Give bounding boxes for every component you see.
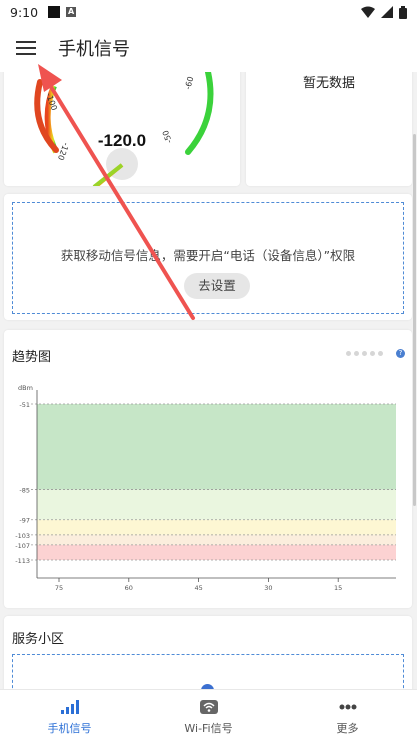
y-tick-label: -113	[15, 557, 30, 565]
nav-label: 更多	[336, 722, 359, 735]
nav-label: 手机信号	[47, 722, 92, 735]
nav-mobile-signal[interactable]: 手机信号	[0, 690, 139, 743]
page-title: 手机信号	[58, 39, 130, 60]
x-tick-label: 15	[334, 584, 342, 592]
status-bar: 9:10 A	[0, 0, 417, 24]
signal-gauge: -100 -120 -60 -50 -120.0	[34, 72, 214, 186]
scrollbar[interactable]	[413, 134, 416, 506]
signal-gauge-card: -100 -120 -60 -50 -120.0	[4, 72, 240, 186]
serving-cell-card: 服务小区	[4, 616, 412, 689]
permission-card: 获取移动信号信息，需要开启“电话（设备信息）”权限 去设置	[4, 194, 412, 320]
x-tick-label: 75	[55, 584, 63, 592]
x-tick-label: 30	[264, 584, 272, 592]
gauge-tick-label: -50	[161, 129, 174, 144]
signal-band	[37, 544, 396, 560]
go-settings-button[interactable]: 去设置	[184, 273, 250, 299]
wifi-status-icon	[361, 6, 375, 18]
app-notification-icon: A	[66, 7, 77, 17]
gauge-tick-label: -60	[183, 76, 195, 91]
signal-bars-icon	[60, 697, 79, 717]
wifi-icon	[199, 697, 218, 717]
y-axis-label: dBm	[18, 384, 33, 392]
status-time: 9:10	[10, 4, 39, 20]
help-icon[interactable]: ?	[396, 349, 405, 358]
serving-cell-title: 服务小区	[12, 632, 65, 647]
signal-band	[37, 519, 396, 535]
trend-card: 趋势图 ? -51 -85 -97 -103 -107 -113 dBm 75 60 45 30 15	[4, 330, 412, 608]
y-tick-label: -103	[15, 532, 30, 540]
nav-wifi-signal[interactable]: Wi-Fi信号	[139, 690, 278, 743]
y-tick-label: -85	[19, 487, 30, 495]
nav-more[interactable]: 更多	[278, 690, 417, 743]
x-tick-label: 60	[125, 584, 133, 592]
x-tick-label: 45	[194, 584, 202, 592]
app-bar: 手机信号	[0, 24, 417, 72]
permission-box: 获取移动信号信息，需要开启“电话（设备信息）”权限 去设置	[12, 202, 404, 314]
y-tick-label: -107	[15, 542, 30, 550]
y-tick-label: -51	[19, 401, 30, 409]
main-content[interactable]: -100 -120 -60 -50 -120.0 暂无数据 获取移动信号信息，需…	[0, 72, 417, 689]
cell-signal-icon	[381, 6, 393, 18]
signal-band	[37, 534, 396, 545]
gauge-value: -120.0	[98, 131, 146, 150]
bottom-nav: 手机信号 Wi-Fi信号 更多	[0, 689, 417, 743]
signal-band	[37, 489, 396, 520]
notification-icon	[48, 6, 61, 18]
menu-icon[interactable]	[14, 38, 38, 58]
trend-title: 趋势图	[12, 350, 52, 365]
y-tick-label: -97	[19, 517, 30, 525]
nav-label: Wi-Fi信号	[184, 722, 233, 735]
battery-icon	[399, 5, 407, 19]
more-dots-icon	[339, 697, 357, 717]
signal-band	[37, 404, 396, 490]
permission-message: 获取移动信号信息，需要开启“电话（设备信息）”权限	[60, 248, 356, 263]
page-dots	[346, 351, 383, 356]
trend-chart: -51 -85 -97 -103 -107 -113 dBm 75 60 45 30 15	[15, 384, 396, 592]
no-data-text: 暂无数据	[302, 76, 355, 91]
no-data-card: 暂无数据	[246, 72, 412, 186]
